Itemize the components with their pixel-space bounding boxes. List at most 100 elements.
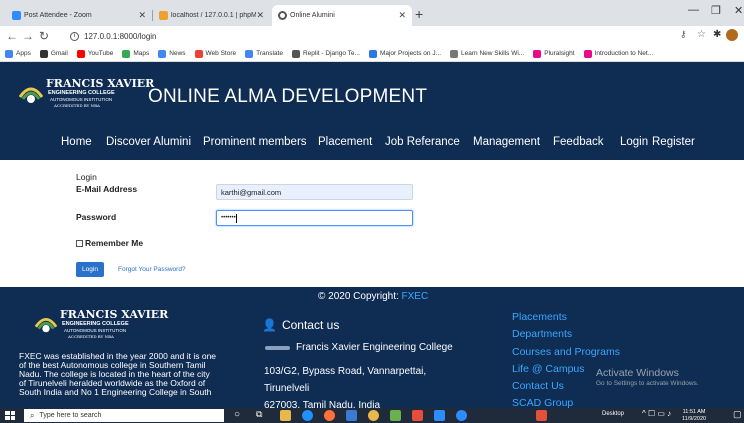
nav-placement[interactable]: Placement xyxy=(318,136,372,148)
activate-windows-title: Activate Windows xyxy=(596,367,679,379)
zoom-favicon-icon xyxy=(12,11,21,20)
password-field[interactable]: ••••••• xyxy=(216,210,413,226)
copyright: © 2020 Copyright: FXEC xyxy=(318,291,429,302)
bookmark-favicon-icon xyxy=(245,49,254,58)
contact-address2: Tirunelveli xyxy=(264,383,310,394)
footer-link-placements[interactable]: Placements xyxy=(512,311,567,323)
info-icon[interactable]: i xyxy=(70,32,79,41)
bookmark-item[interactable]: Learn New Skills Wi... xyxy=(450,49,524,58)
bookmark-item[interactable]: Gmail xyxy=(39,49,68,58)
bookmark-favicon-icon xyxy=(39,49,48,58)
forgot-password-link[interactable]: Forgot Your Password? xyxy=(118,266,186,273)
bookmark-favicon-icon xyxy=(368,49,377,58)
bookmark-item[interactable]: Major Projects on J... xyxy=(368,49,441,58)
logo-sub1: ENGINEERING COLLEGE xyxy=(48,90,115,96)
key-icon[interactable]: ⚷ xyxy=(680,29,687,40)
activate-windows-subtitle: Go to Settings to activate Windows. xyxy=(596,380,699,387)
globe-favicon-icon xyxy=(278,11,287,20)
nav-prominent-members[interactable]: Prominent members xyxy=(203,136,307,148)
bookmark-item[interactable]: Maps xyxy=(122,49,149,58)
footer-link-courses[interactable]: Courses and Programs xyxy=(512,346,620,358)
url-field[interactable]: i 127.0.0.1:8000/login xyxy=(70,29,680,44)
nav-job-referance[interactable]: Job Referance xyxy=(385,136,460,148)
file-explorer-icon[interactable] xyxy=(280,410,291,421)
desktop-toolbar-label[interactable]: Desktop xyxy=(602,411,624,417)
site-header: FRANCIS XAVIER ENGINEERING COLLEGE AUTON… xyxy=(0,62,744,125)
zoom-icon[interactable] xyxy=(456,410,467,421)
bookmark-item[interactable]: Web Store xyxy=(194,49,236,58)
nav-discover-alumini[interactable]: Discover Alumini xyxy=(106,136,191,148)
copyright-brand-link[interactable]: FXEC xyxy=(402,291,429,302)
bookmark-favicon-icon xyxy=(76,49,85,58)
tool-icon[interactable] xyxy=(390,410,401,421)
store-icon[interactable] xyxy=(536,410,547,421)
close-tab-icon[interactable]: ✕ xyxy=(398,10,406,21)
windows-start-icon[interactable] xyxy=(5,411,15,420)
login-heading: Login xyxy=(76,172,97,182)
password-label: Password xyxy=(76,212,117,222)
nav-register[interactable]: Register xyxy=(652,136,695,148)
college-logo[interactable]: FRANCIS XAVIER ENGINEERING COLLEGE AUTON… xyxy=(18,77,154,115)
bookmark-favicon-icon xyxy=(194,49,203,58)
app-icon[interactable] xyxy=(412,410,423,421)
user-icon: 👤 xyxy=(262,318,277,332)
college-emblem-icon xyxy=(34,318,58,333)
close-window-icon[interactable]: ✕ xyxy=(734,4,743,17)
footer-link-departments[interactable]: Departments xyxy=(512,328,572,340)
task-view-icon[interactable]: ⧉ xyxy=(256,409,262,420)
bookmark-item[interactable]: Apps xyxy=(5,49,31,58)
footer-link-life-campus[interactable]: Life @ Campus xyxy=(512,363,585,375)
bookmarks-bar: Apps Gmail YouTube Maps News Web Store Transla… xyxy=(0,46,744,62)
bookmark-favicon-icon xyxy=(583,49,592,58)
chrome-icon[interactable] xyxy=(368,410,379,421)
close-tab-icon[interactable]: ✕ xyxy=(138,10,146,21)
footer-link-contact[interactable]: Contact Us xyxy=(512,380,564,392)
cortana-icon[interactable]: ○ xyxy=(234,409,240,420)
login-button[interactable]: Login xyxy=(76,262,104,277)
nav-home[interactable]: Home xyxy=(61,136,92,148)
nav-login[interactable]: Login xyxy=(620,136,648,148)
firefox-icon[interactable] xyxy=(324,410,335,421)
password-value: ••••••• xyxy=(221,215,236,221)
plus-icon[interactable]: + xyxy=(415,6,423,22)
remember-me[interactable]: Remember Me xyxy=(76,238,143,248)
bookmark-item[interactable]: Pluralsight xyxy=(533,49,575,58)
remember-checkbox[interactable] xyxy=(76,239,83,247)
college-emblem-icon xyxy=(18,87,44,103)
url-text: 127.0.0.1:8000/login xyxy=(84,32,157,41)
maximize-icon[interactable]: ❐ xyxy=(711,4,721,17)
minimize-icon[interactable]: — xyxy=(688,4,699,16)
vscode-icon[interactable] xyxy=(434,410,445,421)
email-value: karthi@gmail.com xyxy=(221,187,282,197)
forward-arrow-icon[interactable]: → xyxy=(22,29,34,43)
extensions-icon[interactable]: ✱ xyxy=(713,29,721,40)
nav-feedback[interactable]: Feedback xyxy=(553,136,604,148)
close-tab-icon[interactable]: ✕ xyxy=(256,10,264,21)
notification-icon[interactable]: ▢ xyxy=(733,409,742,420)
back-arrow-icon[interactable]: ← xyxy=(6,29,18,43)
taskbar-search-field[interactable]: ⌕ Type here to search xyxy=(24,409,224,422)
college-banner-icon xyxy=(265,345,290,350)
browser-tab-zoom[interactable]: Post Attendee - Zoom ✕ xyxy=(6,5,152,26)
photos-icon[interactable] xyxy=(346,410,357,421)
clock[interactable]: 11:51 AM 11/9/2020 xyxy=(682,409,706,422)
windows-taskbar: ⌕ Type here to search ○ ⧉ Desktop ^ ☐ ▭ … xyxy=(0,408,744,423)
bookmark-item[interactable]: YouTube xyxy=(76,49,113,58)
bookmark-item[interactable]: Replit - Django Te... xyxy=(291,49,360,58)
reload-icon[interactable]: ↻ xyxy=(39,29,49,43)
bookmark-favicon-icon xyxy=(122,49,131,58)
bookmark-item[interactable]: Translate xyxy=(245,49,283,58)
star-icon[interactable]: ☆ xyxy=(697,29,706,40)
contact-address3: 627003, Tamil Nadu, India xyxy=(264,400,381,408)
email-field[interactable]: karthi@gmail.com xyxy=(216,184,413,200)
browser-tab-online-alumini[interactable]: Online Alumini ✕ xyxy=(272,5,412,26)
nav-management[interactable]: Management xyxy=(473,136,540,148)
system-tray-icons[interactable]: ^ ☐ ▭ ♪ xyxy=(642,409,671,418)
edge-icon[interactable] xyxy=(302,410,313,421)
bookmark-favicon-icon xyxy=(158,49,167,58)
avatar[interactable] xyxy=(726,29,738,41)
bookmark-item[interactable]: Introduction to Net... xyxy=(583,49,653,58)
footer-link-scad-group[interactable]: SCAD Group xyxy=(512,397,573,408)
bookmark-item[interactable]: News xyxy=(158,49,186,58)
browser-tab-phpmyadmin[interactable]: localhost / 127.0.0.1 | phpMyAdm ✕ xyxy=(153,5,270,26)
